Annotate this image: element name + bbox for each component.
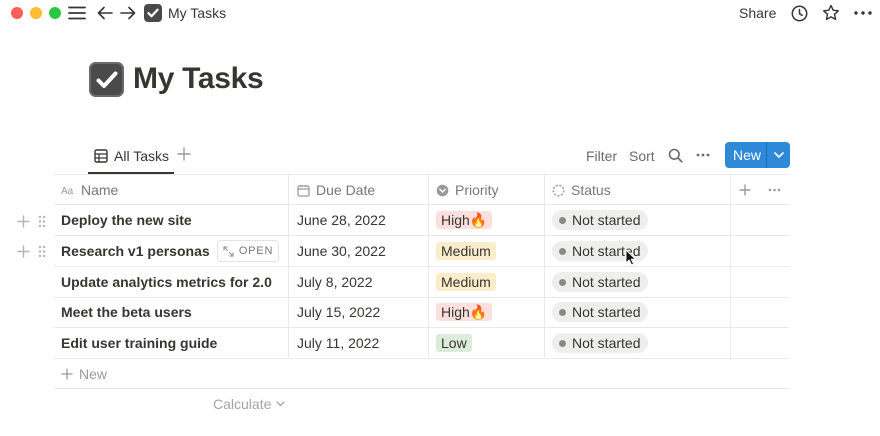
status-dot <box>559 247 566 255</box>
row-border <box>54 297 789 298</box>
column-divider <box>544 174 545 358</box>
arrow-left-icon[interactable] <box>95 3 115 23</box>
close-window-button[interactable] <box>11 7 23 19</box>
task-name-cell[interactable]: Meet the beta users <box>61 302 192 322</box>
mouse-cursor-icon <box>625 249 636 266</box>
column-header-label: Due Date <box>316 182 376 198</box>
calendar-icon <box>297 184 310 197</box>
status-dot <box>559 216 566 224</box>
open-label: OPEN <box>238 245 274 257</box>
checkbox-icon <box>144 4 162 22</box>
maximize-window-button[interactable] <box>49 7 61 19</box>
status-tag[interactable]: Not started <box>552 302 649 322</box>
more-options-icon[interactable] <box>694 146 712 164</box>
select-property-icon <box>436 184 449 196</box>
minimize-window-button[interactable] <box>30 7 42 19</box>
drag-handle-icon[interactable] <box>38 215 46 228</box>
tab-label: All Tasks <box>114 148 169 164</box>
share-button[interactable]: Share <box>739 5 776 21</box>
priority-tag-high[interactable]: High🔥 <box>436 211 493 229</box>
clock-icon[interactable] <box>789 3 809 23</box>
page-title[interactable]: My Tasks <box>133 62 264 96</box>
hamburger-icon[interactable] <box>67 3 87 23</box>
column-header-label: Name <box>81 182 119 198</box>
status-label: Not started <box>572 304 641 320</box>
column-header-status[interactable]: Status <box>552 181 611 199</box>
priority-tag-medium[interactable]: Medium <box>436 273 496 291</box>
calculate-button[interactable]: Calculate <box>213 395 286 413</box>
filter-button[interactable]: Filter <box>586 148 617 164</box>
status-label: Not started <box>572 274 641 290</box>
search-icon[interactable] <box>666 146 684 164</box>
property-more-icon[interactable] <box>765 181 783 199</box>
svg-text:Aa: Aa <box>61 186 74 196</box>
status-tag[interactable]: Not started <box>552 333 649 353</box>
new-row-label: New <box>79 366 108 382</box>
table-top-border <box>54 174 789 175</box>
more-dots-icon[interactable] <box>853 3 873 23</box>
row-handle[interactable] <box>17 213 51 229</box>
arrow-right-icon[interactable] <box>118 3 138 23</box>
star-icon[interactable] <box>821 3 841 23</box>
column-header-label: Status <box>571 182 611 198</box>
priority-tag-medium[interactable]: Medium <box>436 242 496 260</box>
status-label: Not started <box>572 212 641 228</box>
expand-icon <box>223 245 234 257</box>
priority-tag-high[interactable]: High🔥 <box>436 303 493 321</box>
column-header-label: Priority <box>455 182 499 198</box>
add-view-icon[interactable] <box>177 146 193 164</box>
row-border <box>54 266 789 267</box>
tab-all-tasks[interactable]: All Tasks <box>94 146 169 166</box>
due-date-cell[interactable]: June 30, 2022 <box>297 241 386 261</box>
status-dot <box>559 308 566 316</box>
new-row-button[interactable]: New <box>61 365 107 383</box>
status-property-icon <box>552 184 565 196</box>
add-row-icon[interactable] <box>17 214 30 228</box>
due-date-cell[interactable]: July 11, 2022 <box>297 333 379 353</box>
due-date-cell[interactable]: July 8, 2022 <box>297 272 373 292</box>
chevron-down-icon[interactable] <box>767 142 790 168</box>
task-name-cell[interactable]: Update analytics metrics for 2.0 <box>61 272 272 292</box>
row-handle[interactable] <box>17 243 51 259</box>
calculate-label: Calculate <box>213 396 272 412</box>
table-icon <box>94 149 108 163</box>
page-checkbox-icon[interactable] <box>89 62 124 97</box>
plus-icon <box>61 368 73 380</box>
row-border <box>54 235 789 236</box>
due-date-cell[interactable]: July 15, 2022 <box>297 302 380 322</box>
new-button[interactable]: New <box>725 142 790 168</box>
column-header-priority[interactable]: Priority <box>436 181 499 199</box>
open-row-button[interactable]: OPEN <box>217 240 279 262</box>
status-dot <box>559 278 566 286</box>
column-header-name[interactable]: Aa Name <box>61 181 118 199</box>
task-name-cell[interactable]: Deploy the new site <box>61 210 192 230</box>
row-border <box>54 358 789 359</box>
sort-button[interactable]: Sort <box>629 148 655 164</box>
task-name-cell[interactable]: Edit user training guide <box>61 333 217 353</box>
column-header-due-date[interactable]: Due Date <box>297 181 375 199</box>
status-tag[interactable]: Not started <box>552 272 649 292</box>
task-name-cell[interactable]: Research v1 personas <box>61 241 210 261</box>
priority-tag-low[interactable]: Low <box>436 334 472 352</box>
column-divider <box>730 174 731 358</box>
status-label: Not started <box>572 335 641 351</box>
status-dot <box>559 339 566 347</box>
new-button-label[interactable]: New <box>725 142 765 168</box>
status-tag[interactable]: Not started <box>552 210 649 230</box>
text-property-icon: Aa <box>61 186 74 196</box>
add-property-icon[interactable] <box>736 181 754 199</box>
column-divider <box>428 174 429 358</box>
add-row-icon[interactable] <box>17 244 30 258</box>
new-row-border <box>54 388 789 389</box>
drag-handle-icon[interactable] <box>38 245 46 258</box>
breadcrumb-title[interactable]: My Tasks <box>168 5 226 21</box>
header-bottom-border <box>54 204 789 205</box>
column-divider <box>288 174 289 358</box>
chevron-down-icon <box>276 401 286 407</box>
due-date-cell[interactable]: June 28, 2022 <box>297 210 386 230</box>
row-border <box>54 327 789 328</box>
title-bar: My Tasks Share <box>0 0 880 27</box>
